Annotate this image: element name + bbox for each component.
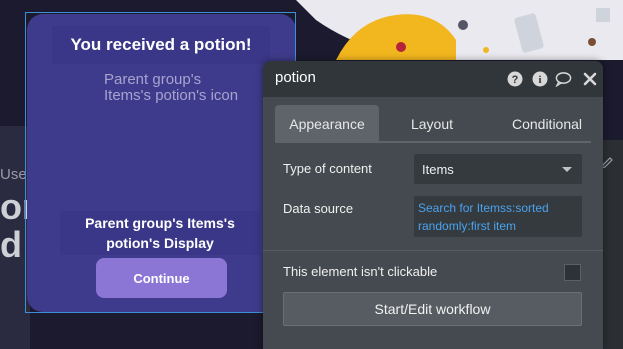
help-icon[interactable]: ? <box>506 70 523 87</box>
section-divider <box>263 250 603 251</box>
type-of-content-label: Type of content <box>283 161 372 176</box>
chevron-down-icon <box>562 167 572 172</box>
svg-text:?: ? <box>511 74 518 86</box>
data-source-expression[interactable]: Search for Itemss:sorted randomly:first … <box>414 196 582 237</box>
tab-appearance[interactable]: Appearance <box>275 105 379 142</box>
tab-layout[interactable]: Layout <box>392 105 472 142</box>
tab-conditional[interactable]: Conditional <box>490 105 604 142</box>
comment-icon[interactable] <box>555 70 572 87</box>
not-clickable-checkbox[interactable] <box>564 264 581 281</box>
start-edit-workflow-button[interactable]: Start/Edit workflow <box>283 292 582 326</box>
not-clickable-label: This element isn't clickable <box>283 264 438 279</box>
continue-button[interactable]: Continue <box>96 258 227 298</box>
data-source-label: Data source <box>283 201 354 216</box>
tabs-underline <box>275 141 591 143</box>
canvas-left-label: Use <box>0 166 27 183</box>
editor-tabs: Appearance Layout Conditional <box>275 105 591 143</box>
close-icon[interactable] <box>581 70 598 87</box>
canvas-illustration <box>296 0 623 60</box>
potion-icon-placeholder[interactable]: Parent group's Items's potion's icon <box>104 72 244 104</box>
potion-display-text: Parent group's Items's potion's Display <box>60 211 260 255</box>
editor-header[interactable]: potion ? i <box>263 61 603 97</box>
property-editor: potion ? i Appearance Layout Conditional… <box>263 61 603 349</box>
type-of-content-select[interactable]: Items <box>414 154 582 184</box>
editor-title: potion <box>275 69 316 86</box>
info-icon[interactable]: i <box>531 70 548 87</box>
type-of-content-value: Items <box>422 161 454 177</box>
svg-text:i: i <box>538 74 541 86</box>
popup-title: You received a potion! <box>52 26 270 64</box>
